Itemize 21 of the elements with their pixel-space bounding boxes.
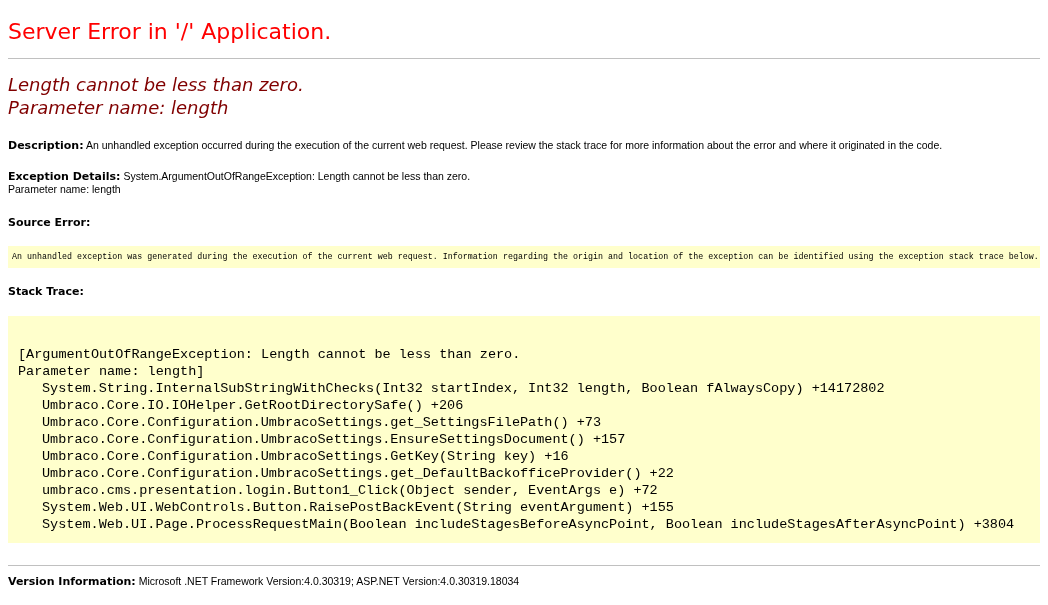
stack-frame-line: Umbraco.Core.Configuration.UmbracoSettings.GetKey(String key) +16	[41, 448, 570, 465]
stack-frame-line: Umbraco.Core.Configuration.UmbracoSettings.EnsureSettingsDocument() +157	[41, 431, 627, 448]
exception-details-text: Exception Details: System.ArgumentOutOfRangeException: Length cannot be less than zero.	[8, 170, 472, 183]
stack-trace-line: [ArgumentOutOfRangeException: Length cannot be less than zero.	[18, 346, 522, 363]
source-error-message: An unhandled exception was generated during the execution of the current web request. Information regarding the origin and location of the exception can be identified using the exception stack trace below.	[12, 252, 1036, 262]
error-message: Length cannot be less than zero.	[8, 73, 305, 96]
stack-frame-line: Umbraco.Core.Configuration.UmbracoSettings.get_DefaultBackofficeProvider() +22	[41, 465, 675, 482]
description-text: Description: An unhandled exception occurred during the execution of the current web request. Please review the stack trace for more information about the error and where it originated in the code.	[8, 139, 944, 152]
section-label: Source Error:	[8, 216, 92, 230]
version-info-text: Version Information: Microsoft .NET Framework Version:4.0.30319; ASP.NET Version:4.0.30319.18034	[8, 575, 521, 588]
stack-frame-line: System.String.InternalSubStringWithChecks(Int32 startIndex, Int32 length, Boolean fAlwaysCopy) +14172802	[41, 380, 886, 397]
error-message: Parameter name: length	[8, 96, 230, 119]
stack-trace-line: Parameter name: length]	[18, 363, 206, 380]
exception-details-text: Parameter name: length	[8, 183, 122, 196]
stack-frame-line: System.Web.UI.WebControls.Button.RaisePostBackEvent(String eventArgument) +155	[41, 499, 675, 516]
stack-frame-line: umbraco.cms.presentation.login.Button1_Click(Object sender, EventArgs e) +72	[41, 482, 659, 499]
page-title: Server Error in '/' Application.	[8, 18, 333, 46]
section-label: Stack Trace:	[8, 285, 85, 299]
stack-frame-line: Umbraco.Core.Configuration.UmbracoSettings.get_SettingsFilePath() +73	[41, 414, 602, 431]
stack-frame-line: Umbraco.Core.IO.IOHelper.GetRootDirectorySafe() +206	[41, 397, 465, 414]
stack-frame-line: System.Web.UI.Page.ProcessRequestMain(Boolean includeStagesBeforeAsyncPoint, Boolean includeStagesAfterAsyncPoint) +3804	[41, 516, 1016, 533]
